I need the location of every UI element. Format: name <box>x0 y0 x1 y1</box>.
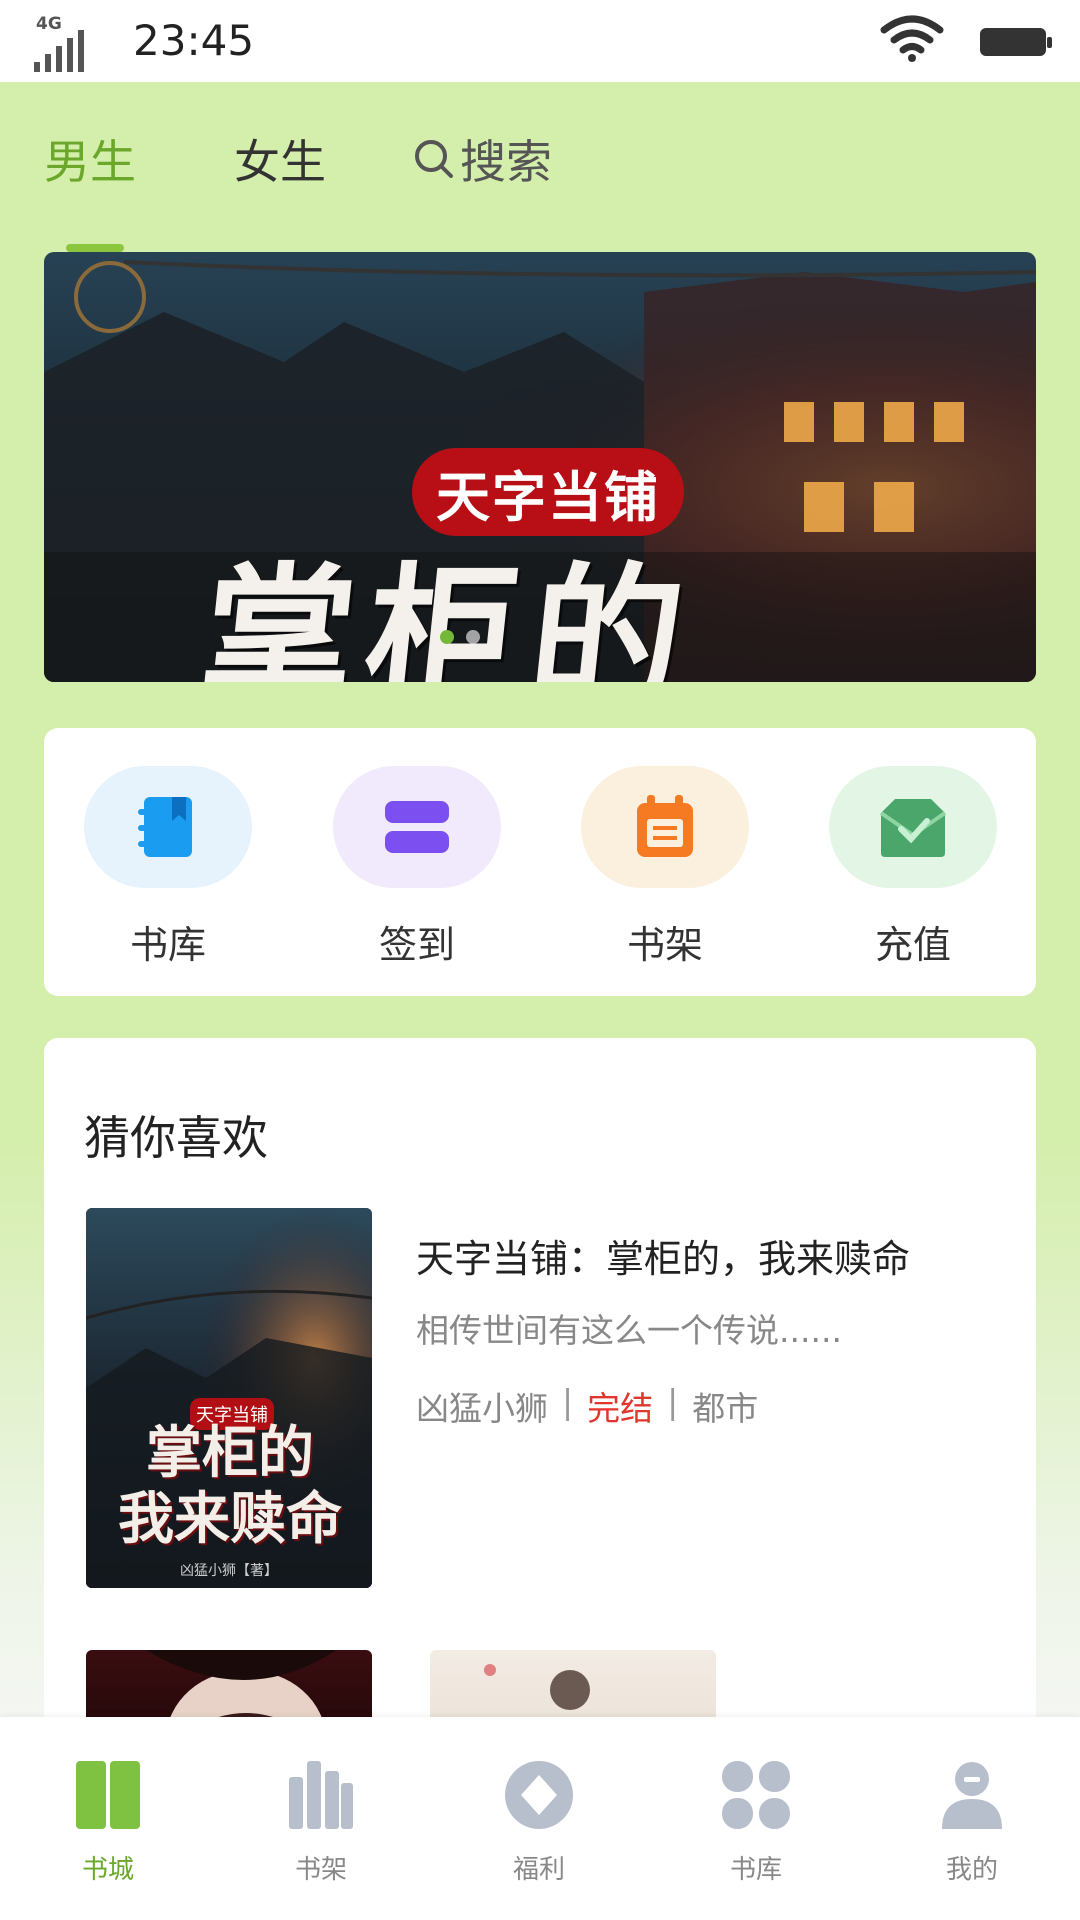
welfare-icon <box>499 1755 579 1835</box>
carousel-dot[interactable] <box>440 630 454 644</box>
search-tab[interactable]: 搜索 <box>412 126 552 192</box>
quick-action-label: 充值 <box>874 923 951 967</box>
main-content[interactable]: 男生 女生 搜索 天字当铺 掌柜的 书库 签到 书架 充值 猜你喜欢 天字当铺 … <box>0 82 1080 1717</box>
tab-female[interactable]: 女生 <box>234 126 326 192</box>
banner-title: 掌柜的 <box>193 547 705 682</box>
meta-separator: | <box>667 1382 679 1421</box>
nav-item-library[interactable]: 书库 <box>686 1755 826 1886</box>
nav-label: 我的 <box>945 1855 998 1885</box>
book-cover-art <box>146 1650 336 1717</box>
status-time: 23:45 <box>133 16 255 65</box>
carousel-dot[interactable] <box>466 630 480 644</box>
nav-item-profile[interactable]: 我的 <box>902 1755 1042 1886</box>
book-cover-art <box>484 1664 590 1710</box>
nav-label: 书库 <box>729 1855 782 1885</box>
book-status: 完结 <box>587 1389 654 1428</box>
cover-author: 凶猛小狮【著】 <box>180 1563 278 1579</box>
recharge-icon <box>829 766 997 888</box>
shelf-icon <box>281 1755 361 1835</box>
nav-label: 书架 <box>294 1855 347 1885</box>
meta-separator: | <box>562 1382 574 1421</box>
quick-action-label: 书架 <box>626 923 703 967</box>
nav-item-store[interactable]: 书城 <box>38 1755 178 1886</box>
book-title[interactable]: 天字当铺：掌柜的，我来赎命 <box>416 1228 910 1283</box>
store-icon <box>68 1755 148 1835</box>
section-title: 猜你喜欢 <box>84 1111 268 1165</box>
search-icon <box>415 140 453 178</box>
banner-carousel[interactable]: 天字当铺 掌柜的 <box>44 252 1036 682</box>
quick-actions-card: 书库 签到 书架 充值 <box>44 728 1036 996</box>
channel-tabs: 男生 女生 搜索 <box>44 126 1044 252</box>
quick-action-label: 书库 <box>129 923 206 967</box>
book-cover[interactable]: 天字当铺 掌柜的 我来赎命 凶猛小狮【著】 <box>86 1208 372 1588</box>
carousel-dots <box>440 630 480 644</box>
status-bar: 4G 23:45 <box>0 0 1080 82</box>
battery-icon <box>980 28 1052 56</box>
checkin-icon <box>333 766 501 888</box>
profile-icon <box>932 1755 1012 1835</box>
book-meta: 凶猛小狮 | 完结 | 都市 <box>416 1382 758 1430</box>
nav-label: 书城 <box>81 1855 134 1885</box>
wifi-icon <box>880 15 944 62</box>
book-author: 凶猛小狮 <box>416 1389 548 1428</box>
book-cover[interactable] <box>86 1650 372 1717</box>
nav-item-shelf[interactable]: 书架 <box>251 1755 391 1886</box>
tab-male[interactable]: 男生 <box>44 126 136 192</box>
nav-label: 福利 <box>512 1855 565 1885</box>
quick-action-label: 签到 <box>378 923 455 967</box>
cover-title: 掌柜的 我来赎命 <box>100 1420 360 1552</box>
book-category: 都市 <box>692 1389 759 1428</box>
search-label: 搜索 <box>460 135 552 189</box>
signal-icon: 4G <box>34 14 96 72</box>
quick-action-recharge[interactable]: 充值 <box>828 766 998 969</box>
calendar-icon <box>581 766 749 888</box>
quick-action-library[interactable]: 书库 <box>83 766 253 969</box>
bottom-nav: 书城 书架 福利 书库 我的 <box>0 1717 1080 1920</box>
quick-action-checkin[interactable]: 签到 <box>332 766 502 969</box>
book-icon <box>84 766 252 888</box>
nav-item-welfare[interactable]: 福利 <box>469 1755 609 1886</box>
cover-title-line: 掌柜的 <box>146 1420 314 1486</box>
book-description: 相传世间有这么一个传说...... <box>416 1311 842 1350</box>
recommend-card: 猜你喜欢 天字当铺 掌柜的 我来赎命 凶猛小狮【著】 天字当铺：掌柜的，我来赎命… <box>44 1038 1036 1717</box>
book-cover[interactable] <box>430 1650 716 1717</box>
quick-action-shelf[interactable]: 书架 <box>580 766 750 969</box>
library-icon <box>716 1755 796 1835</box>
active-tab-indicator <box>66 244 124 252</box>
cover-title-line: 我来赎命 <box>118 1486 342 1552</box>
